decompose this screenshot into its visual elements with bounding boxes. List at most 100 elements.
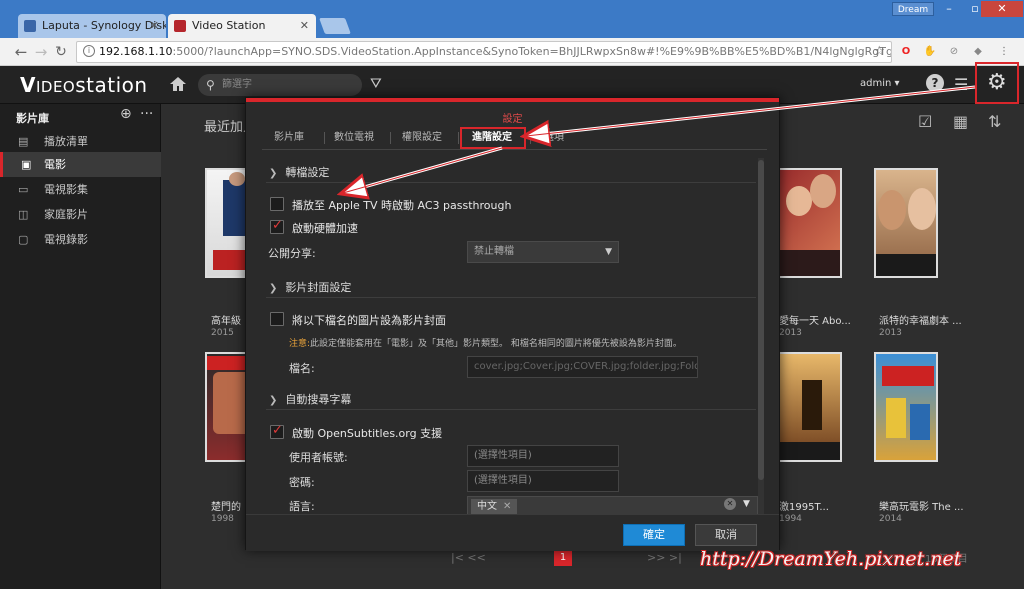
filter-icon[interactable]: ⛛ [370,76,382,92]
back-arrow-icon[interactable]: ← [12,42,30,62]
password-input[interactable]: (選擇性項目) [467,470,619,492]
bookmark-star-icon[interactable]: ☆ [873,42,885,62]
language-tag[interactable]: 中文 ✕ [471,499,518,515]
sidebar-item-tv-shows[interactable]: ▭ 電視影集 [0,177,161,202]
address-bar: ← → ↻ i 192.168.1.10:5000/?launchApp=SYN… [0,38,1024,66]
sidebar-item-label: 電視影集 [44,183,88,196]
close-tab-icon[interactable]: ✕ [150,14,159,38]
task-list-icon[interactable]: ☰ [954,75,968,94]
user-menu[interactable]: admin ▾ [860,78,900,89]
advanced-tab-highlight [460,127,526,149]
close-tab-icon[interactable]: ✕ [300,14,309,38]
sidebar-item-home-videos[interactable]: ◫ 家庭影片 [0,202,161,227]
home-icon[interactable] [168,74,188,94]
new-tab-button[interactable] [319,18,351,34]
watermark-text: http://DreamYeh.pixnet.net [700,548,962,570]
browser-tab-label: Laputa - Synology Disk [42,19,166,32]
tab-library[interactable]: 影片庫 [274,127,304,149]
poster-thumbnail[interactable] [778,352,842,462]
poster-thumbnail[interactable] [778,168,842,278]
video-station-logo: VIDEOstation [20,73,148,97]
section-cover-header[interactable]: ❯ 影片封面設定 [269,279,351,295]
movie-icon: ▣ [21,158,32,171]
caret-down-icon[interactable]: ▼ [743,499,750,509]
filename-label: 檔名: [289,362,315,375]
section-subtitle-header[interactable]: ❯ 自動搜尋字幕 [269,391,351,407]
more-icon[interactable]: ··· [140,106,153,122]
pager-first-prev[interactable]: |< << [451,551,486,564]
select-mode-icon[interactable]: ☑ [918,112,932,131]
info-icon[interactable]: i [83,45,95,57]
record-icon: ▢ [18,233,29,246]
forward-arrow-icon[interactable]: → [32,42,50,62]
poster-title[interactable]: 激1995T... [779,498,829,513]
opera-extension-icon[interactable]: O [898,44,914,60]
hardware-acceleration-label: 啟動硬體加速 [292,222,358,235]
poster-thumbnail[interactable] [874,168,938,278]
dialog-footer: 確定 取消 [246,514,779,551]
browser-menu-icon[interactable]: ⋮ [996,44,1012,60]
browser-tab-label: Video Station [192,19,266,32]
remove-tag-icon[interactable]: ✕ [503,501,511,512]
tab-separator [530,132,531,144]
window-close-button[interactable]: ✕ [981,1,1023,17]
url-host: 192.168.1.10 [99,45,173,58]
clear-icon[interactable]: ✕ [724,498,736,510]
ac3-passthrough-checkbox[interactable] [270,197,284,211]
tab-digital-tv[interactable]: 數位電視 [334,127,374,149]
scrollbar-thumb[interactable] [758,160,764,480]
tab-options[interactable]: 選項 [544,127,564,149]
password-label: 密碼: [289,476,315,489]
poster-thumbnail[interactable] [874,352,938,462]
public-share-label: 公開分享: [268,247,316,260]
url-input[interactable]: i 192.168.1.10:5000/?launchApp=SYNO.SDS.… [76,41,892,63]
poster-year: 2013 [779,328,802,338]
minimize-button[interactable]: – [936,1,962,17]
sidebar-item-tv-recordings[interactable]: ▢ 電視錄影 [0,227,161,252]
public-share-select[interactable]: 禁止轉檔 ▼ [467,241,619,263]
poster-year: 2015 [211,328,234,338]
opensubtitles-checkbox[interactable] [270,423,284,439]
chevron-down-icon: ❯ [269,395,278,406]
section-title: 影片封面設定 [285,281,352,294]
tab-privileges[interactable]: 權限設定 [402,127,442,149]
hardware-acceleration-checkbox[interactable] [270,218,284,234]
ok-button[interactable]: 確定 [623,524,685,546]
chevron-down-icon: ❯ [269,283,278,294]
sidebar: 影片庫 ⊕ ··· ▤ 播放清單 ▣ 電影 ▭ 電視影集 ◫ 家庭影片 ▢ 電視… [0,104,161,589]
poster-year: 2014 [879,514,902,524]
hand-extension-icon[interactable]: ✋ [922,44,938,60]
section-transcode-header[interactable]: ❯ 轉檔設定 [269,164,329,180]
tv-icon: ▭ [18,183,29,196]
browser-tab-synology[interactable]: Laputa - Synology Disk ✕ [18,14,166,38]
current-page[interactable]: 1 [554,550,572,566]
filename-input[interactable]: cover.jpg;Cover.jpg;COVER.jpg;folder.jpg… [467,356,698,378]
search-input[interactable]: ⚲ 篩選字 [198,74,362,96]
cover-image-label: 將以下檔名的圖片設為影片封面 [292,314,446,327]
browser-tab-video-station[interactable]: Video Station ✕ [168,14,316,38]
poster-year: 1998 [211,514,234,524]
block-extension-icon[interactable]: ⊘ [946,44,962,60]
poster-title[interactable]: 楚門的 [211,498,241,513]
sidebar-item-label: 電視錄影 [44,233,88,246]
add-library-icon[interactable]: ⊕ [120,106,132,122]
poster-title[interactable]: 派特的幸福劇本 ... [879,312,962,327]
sort-icon[interactable]: ⇅ [988,112,1001,131]
sidebar-item-label: 播放清單 [44,135,88,148]
pager-next-last[interactable]: >> >| [647,551,682,564]
gear-icon[interactable]: ⚙ [987,70,1007,95]
sidebar-item-movies[interactable]: ▣ 電影 [0,152,161,177]
grid-view-icon[interactable]: ▦ [953,112,968,131]
poster-title[interactable]: 樂高玩電影 The ... [879,498,964,513]
sidebar-item-playlist[interactable]: ▤ 播放清單 [0,129,161,154]
help-icon[interactable]: ? [926,74,944,92]
cover-image-checkbox[interactable] [270,312,284,326]
reload-icon[interactable]: ↻ [52,42,70,62]
cancel-button[interactable]: 取消 [695,524,757,546]
camera-icon: ◫ [18,208,29,221]
puzzle-extension-icon[interactable]: ◆ [970,44,986,60]
poster-title[interactable]: 愛每一天 Abo... [779,312,851,327]
library-title: 影片庫 [16,112,49,125]
account-input[interactable]: (選擇性項目) [467,445,619,467]
poster-title[interactable]: 高年級 [211,312,241,327]
